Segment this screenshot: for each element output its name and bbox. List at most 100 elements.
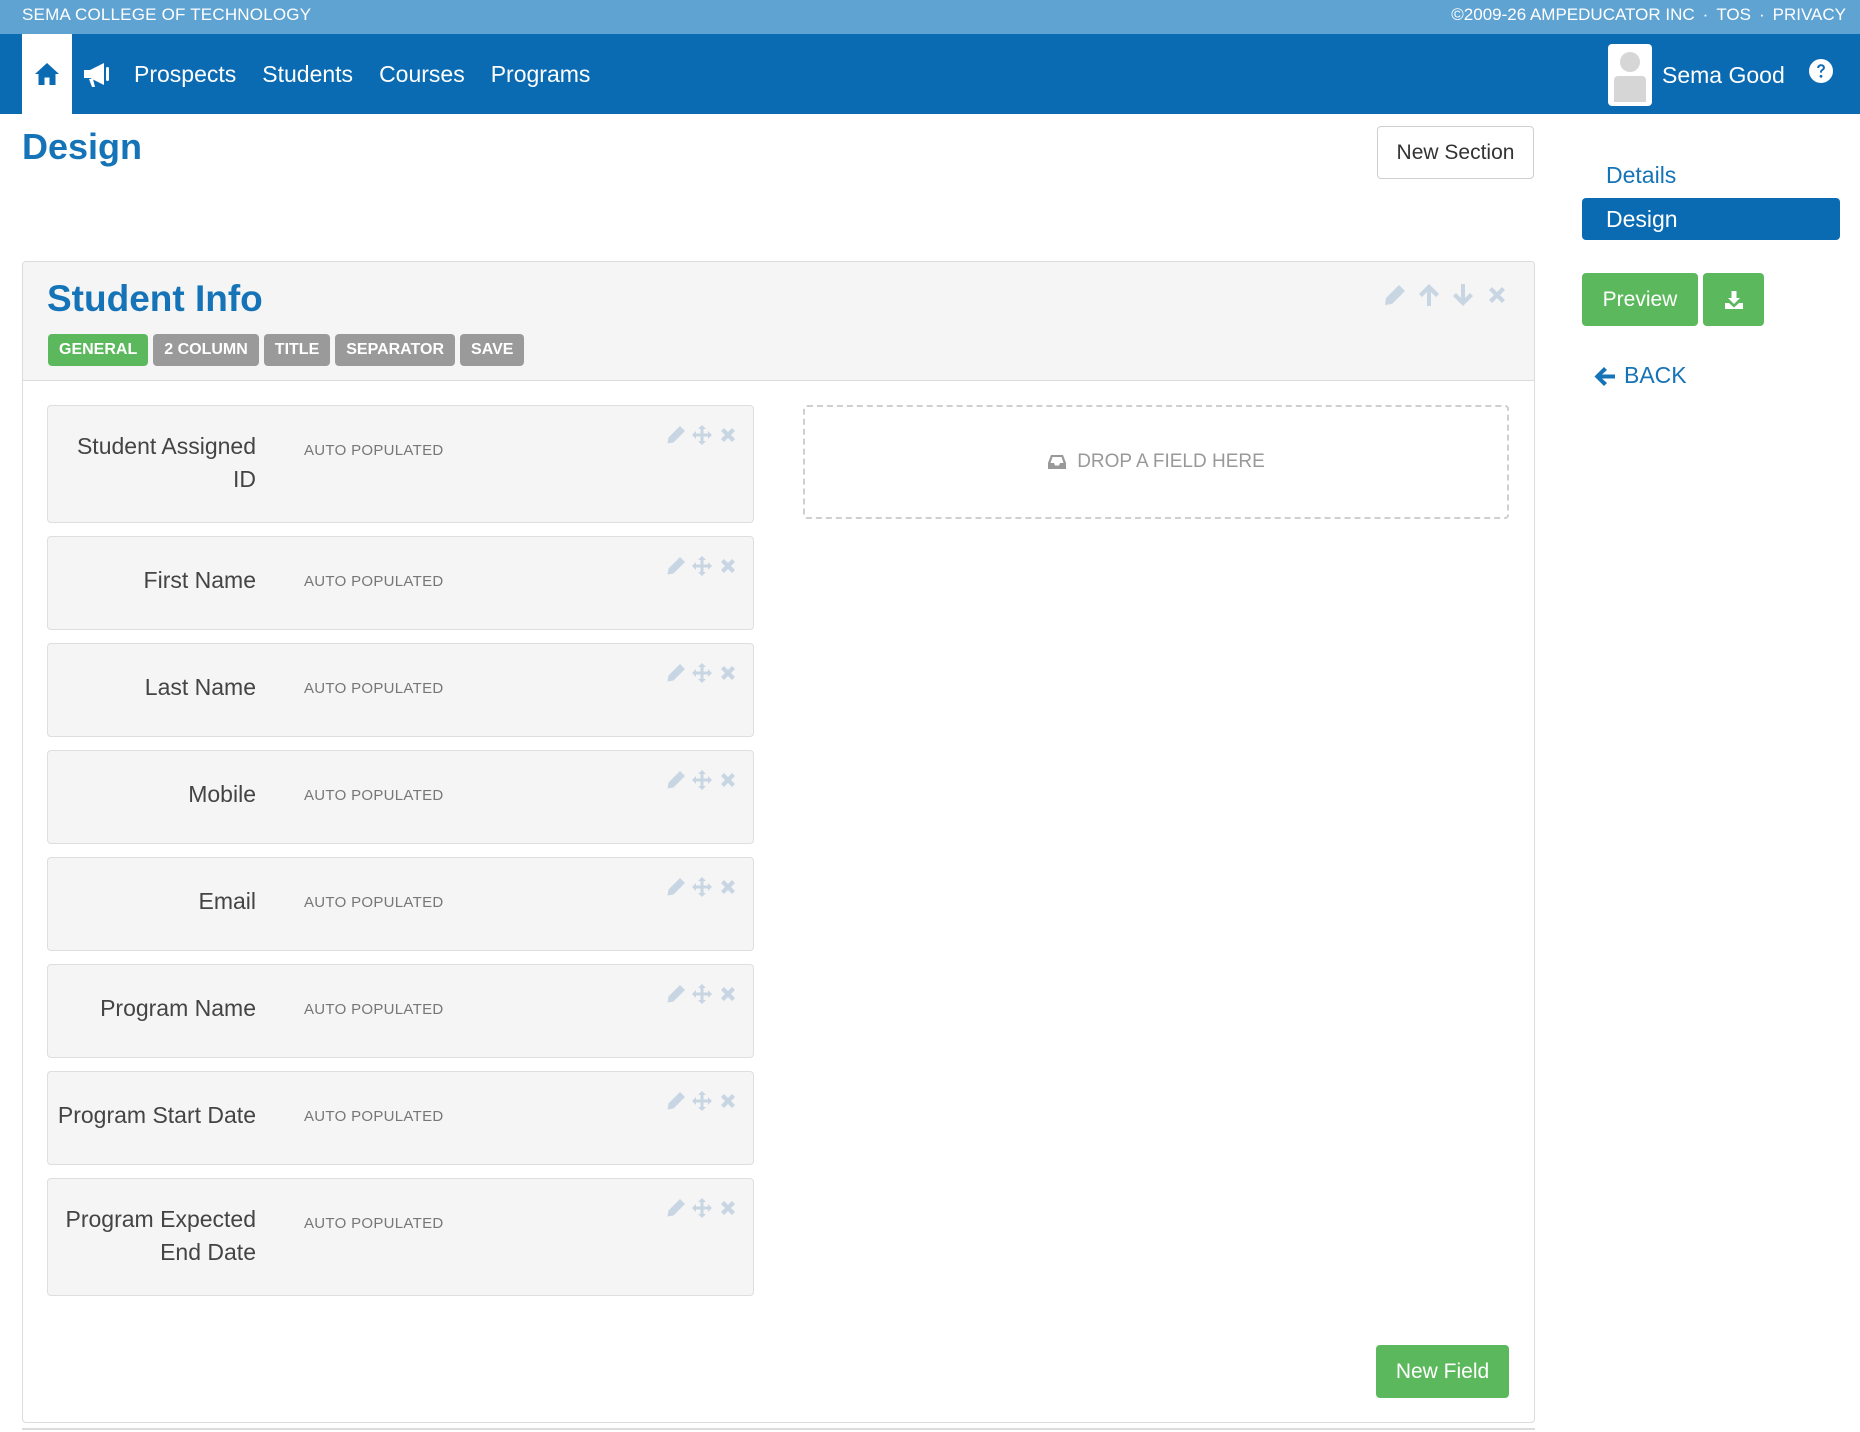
field-card[interactable]: Program Start Date AUTO POPULATED: [47, 1071, 754, 1165]
footer-links: ©2009-26 AMPEDUCATOR INC · TOS · PRIVACY: [1451, 5, 1846, 25]
arrow-up-icon[interactable]: [1416, 282, 1442, 308]
field-card[interactable]: Program Expected End Date AUTO POPULATED: [47, 1178, 754, 1296]
pencil-icon[interactable]: [665, 983, 687, 1005]
field-tools: [665, 555, 739, 577]
pencil-icon[interactable]: [1382, 282, 1408, 308]
close-icon[interactable]: [717, 662, 739, 684]
field-value: AUTO POPULATED: [304, 442, 444, 459]
close-icon[interactable]: [717, 555, 739, 577]
section-header: Student Info GENERAL 2 COLUMN TITLE SEPA…: [23, 262, 1534, 381]
tos-link[interactable]: TOS: [1716, 5, 1751, 25]
pencil-icon[interactable]: [665, 662, 687, 684]
field-tools: [665, 1197, 739, 1219]
move-icon[interactable]: [691, 769, 713, 791]
nav-courses[interactable]: Courses: [379, 61, 465, 88]
close-icon[interactable]: [717, 983, 739, 1005]
preview-button[interactable]: Preview: [1582, 273, 1698, 326]
top-strip: SEMA COLLEGE OF TECHNOLOGY ©2009-26 AMPE…: [0, 0, 1860, 34]
field-tools: [665, 424, 739, 446]
avatar: [1608, 44, 1652, 106]
tag-save[interactable]: SAVE: [460, 334, 525, 366]
copyright-text: ©2009-26 AMPEDUCATOR INC: [1451, 5, 1695, 24]
question-circle-icon[interactable]: [1808, 58, 1834, 84]
new-field-button[interactable]: New Field: [1376, 1345, 1509, 1398]
close-icon[interactable]: [717, 1090, 739, 1112]
field-value: AUTO POPULATED: [304, 680, 444, 697]
arrow-down-icon[interactable]: [1450, 282, 1476, 308]
field-card[interactable]: Mobile AUTO POPULATED: [47, 750, 754, 844]
field-value: AUTO POPULATED: [304, 894, 444, 911]
pencil-icon[interactable]: [665, 424, 687, 446]
back-link[interactable]: BACK: [1594, 362, 1687, 389]
field-label: Last Name: [144, 674, 256, 700]
sidebar-item-design[interactable]: Design: [1582, 198, 1840, 240]
move-icon[interactable]: [691, 1090, 713, 1112]
back-label: BACK: [1624, 362, 1687, 388]
field-card[interactable]: Email AUTO POPULATED: [47, 857, 754, 951]
field-value: AUTO POPULATED: [304, 1001, 444, 1018]
field-label: Program Expected End Date: [65, 1206, 256, 1265]
bullhorn-icon[interactable]: [80, 58, 114, 90]
field-dropzone[interactable]: DROP A FIELD HERE: [803, 405, 1509, 519]
nav-students[interactable]: Students: [262, 61, 353, 88]
move-icon[interactable]: [691, 424, 713, 446]
pencil-icon[interactable]: [665, 1090, 687, 1112]
nav-programs[interactable]: Programs: [491, 61, 591, 88]
user-menu[interactable]: Sema Good: [1608, 44, 1785, 106]
download-icon: [1724, 290, 1743, 309]
pencil-icon[interactable]: [665, 769, 687, 791]
tag-title[interactable]: TITLE: [263, 334, 331, 366]
tag-2-column[interactable]: 2 COLUMN: [153, 334, 259, 366]
close-icon[interactable]: [717, 424, 739, 446]
move-icon[interactable]: [691, 983, 713, 1005]
arrow-left-icon: [1594, 366, 1615, 386]
field-card[interactable]: First Name AUTO POPULATED: [47, 536, 754, 630]
field-label: First Name: [143, 567, 256, 593]
tag-general[interactable]: GENERAL: [48, 334, 149, 366]
home-nav-button[interactable]: [22, 34, 72, 114]
section-type-tags: GENERAL 2 COLUMN TITLE SEPARATOR SAVE: [48, 334, 525, 366]
school-name: SEMA COLLEGE OF TECHNOLOGY: [22, 5, 312, 24]
move-icon[interactable]: [691, 1197, 713, 1219]
section-title: Student Info: [47, 278, 263, 319]
close-icon[interactable]: [1484, 282, 1510, 308]
separator-dot: ·: [1758, 5, 1765, 24]
field-card[interactable]: Program Name AUTO POPULATED: [47, 964, 754, 1058]
inbox-icon: [1048, 455, 1067, 469]
form-section: Student Info GENERAL 2 COLUMN TITLE SEPA…: [22, 261, 1535, 1423]
field-label: Mobile: [188, 781, 256, 807]
primary-nav: Prospects Students Courses Programs: [134, 34, 590, 114]
pencil-icon[interactable]: [665, 1197, 687, 1219]
pencil-icon[interactable]: [665, 555, 687, 577]
nav-prospects[interactable]: Prospects: [134, 61, 236, 88]
privacy-link[interactable]: PRIVACY: [1773, 5, 1846, 25]
close-icon[interactable]: [717, 876, 739, 898]
tag-separator[interactable]: SEPARATOR: [335, 334, 456, 366]
field-card[interactable]: Last Name AUTO POPULATED: [47, 643, 754, 737]
field-label: Program Start Date: [57, 1102, 256, 1128]
user-name: Sema Good: [1662, 61, 1785, 88]
field-label: Student Assigned ID: [76, 433, 256, 492]
close-icon[interactable]: [717, 769, 739, 791]
field-card[interactable]: Student Assigned ID AUTO POPULATED: [47, 405, 754, 523]
page-title: Design: [22, 126, 143, 167]
field-tools: [665, 662, 739, 684]
move-icon[interactable]: [691, 555, 713, 577]
field-value: AUTO POPULATED: [304, 787, 444, 804]
sidebar-item-details[interactable]: Details: [1582, 154, 1840, 196]
field-value: AUTO POPULATED: [304, 1215, 444, 1232]
field-value: AUTO POPULATED: [304, 1108, 444, 1125]
new-section-button[interactable]: New Section: [1377, 126, 1534, 179]
field-label: Program Name: [100, 995, 256, 1021]
download-button[interactable]: [1703, 273, 1764, 326]
move-icon[interactable]: [691, 876, 713, 898]
field-tools: [665, 1090, 739, 1112]
pencil-icon[interactable]: [665, 876, 687, 898]
field-label: Email: [198, 888, 256, 914]
separator-dot: ·: [1702, 5, 1709, 24]
home-icon: [35, 63, 59, 85]
field-tools: [665, 983, 739, 1005]
dropzone-label: DROP A FIELD HERE: [1077, 451, 1265, 472]
close-icon[interactable]: [717, 1197, 739, 1219]
move-icon[interactable]: [691, 662, 713, 684]
